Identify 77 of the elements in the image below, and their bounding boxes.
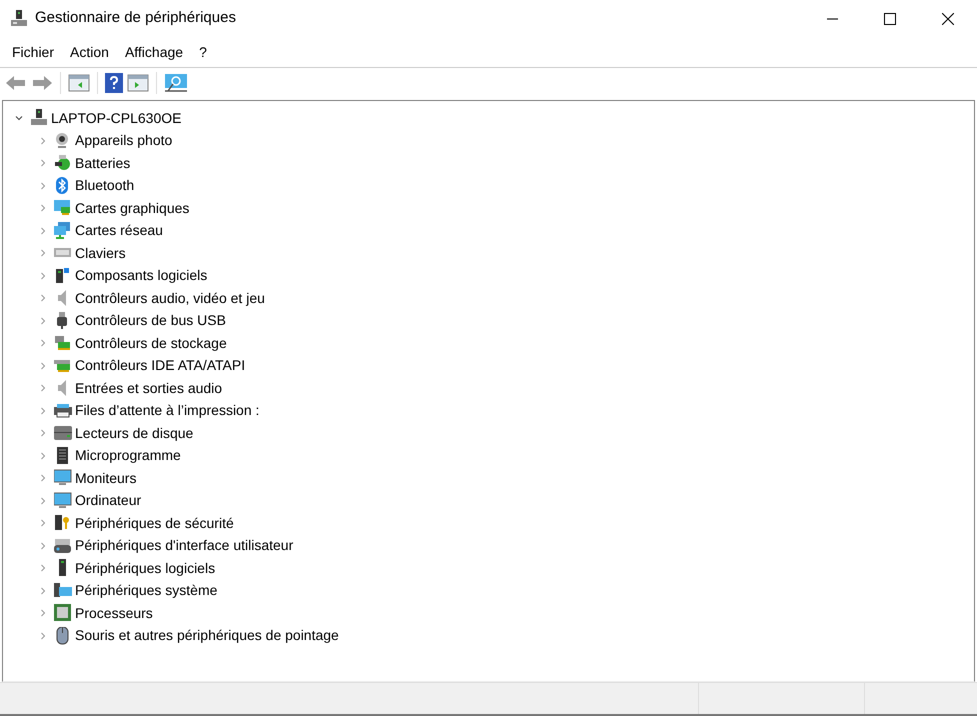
tree-item[interactable]: Entrées et sorties audio xyxy=(75,378,222,399)
maximize-icon xyxy=(884,12,896,24)
window-title: Gestionnaire de périphériques xyxy=(35,8,236,28)
printer-icon xyxy=(54,402,72,420)
expand-chevron-icon[interactable] xyxy=(39,406,47,415)
expand-chevron-icon[interactable] xyxy=(39,609,47,618)
help-icon[interactable] xyxy=(105,72,123,92)
expand-chevron-icon[interactable] xyxy=(39,136,47,145)
tree-item[interactable]: Contrôleurs de bus USB xyxy=(75,310,226,332)
expand-chevron-icon[interactable] xyxy=(39,226,47,235)
expand-chevron-icon[interactable] xyxy=(39,316,47,325)
expand-chevron-icon[interactable] xyxy=(39,452,47,460)
tree-item[interactable]: Périphériques de sécurité xyxy=(75,512,234,534)
collapse-chevron-icon[interactable] xyxy=(15,114,23,122)
forward-arrow-icon[interactable] xyxy=(31,74,53,92)
battery-plug-icon xyxy=(54,154,72,172)
tree-item[interactable]: Contrôleurs IDE ATA/ATAPI xyxy=(75,355,246,376)
menu-item[interactable]: Fichier xyxy=(4,40,62,64)
computer-icon xyxy=(30,109,48,128)
tree-item[interactable]: Files d’attente à l’impression : xyxy=(75,400,260,422)
tree-item[interactable]: Souris et autres périphériques de pointage xyxy=(75,625,339,646)
tree-item[interactable]: Contrôleurs de stockage xyxy=(75,332,227,354)
expand-chevron-icon[interactable] xyxy=(39,429,47,438)
tree-item[interactable]: Lecteurs de disque xyxy=(75,422,194,444)
expand-chevron-icon[interactable] xyxy=(39,272,47,280)
tree-item[interactable]: Appareils photo xyxy=(75,130,172,152)
tree-item[interactable]: Composants logiciels xyxy=(75,265,208,286)
expand-chevron-icon[interactable] xyxy=(39,204,47,212)
tree-item[interactable]: Claviers xyxy=(75,242,126,264)
tree-item[interactable]: Microprogramme xyxy=(75,445,181,466)
tree-item[interactable]: Périphériques d'interface utilisateur xyxy=(75,535,294,556)
close-icon xyxy=(942,12,954,24)
tree-item[interactable]: Bluetooth xyxy=(75,175,134,196)
keyboard-gamepad-icon xyxy=(54,536,72,555)
expand-chevron-icon[interactable] xyxy=(39,159,47,168)
tree-item[interactable]: Batteries xyxy=(75,152,130,174)
expand-chevron-icon[interactable] xyxy=(39,474,47,482)
back-arrow-icon[interactable] xyxy=(5,74,27,92)
expand-chevron-icon[interactable] xyxy=(39,384,47,392)
computer-icon xyxy=(11,10,27,28)
tree-item[interactable]: Périphériques logiciels xyxy=(75,558,216,579)
tree-item[interactable]: Moniteurs xyxy=(75,468,136,489)
expand-chevron-icon[interactable] xyxy=(39,182,47,190)
disk-drive-icon xyxy=(54,424,72,442)
tower-monitor-icon xyxy=(54,582,72,600)
monitor-card-icon xyxy=(54,199,72,218)
tree-item[interactable]: LAPTOP-CPL630OE xyxy=(51,108,182,129)
tree-item[interactable]: Ordinateur xyxy=(75,490,142,512)
panel-icon[interactable] xyxy=(127,74,149,92)
tree-item[interactable]: Cartes réseau xyxy=(75,220,163,242)
tower-puzzle-icon xyxy=(54,266,72,285)
tree-item[interactable]: Processeurs xyxy=(75,602,153,624)
network-monitors-icon xyxy=(54,222,72,240)
expand-chevron-icon[interactable] xyxy=(39,294,47,302)
monitor-icon xyxy=(54,469,72,488)
minimize-icon xyxy=(826,18,838,20)
menu-item[interactable]: Action xyxy=(62,40,117,64)
menu-item[interactable]: Affichage xyxy=(116,40,192,64)
processor-icon xyxy=(54,604,72,622)
tree-item[interactable]: Contrôleurs audio, vidéo et jeu xyxy=(75,288,265,309)
expand-chevron-icon[interactable] xyxy=(39,632,47,640)
expand-chevron-icon[interactable] xyxy=(39,339,47,348)
tower-key-icon xyxy=(54,514,72,532)
drive-card-icon xyxy=(54,334,72,352)
expand-chevron-icon[interactable] xyxy=(39,362,47,370)
menu-item[interactable]: ? xyxy=(191,40,215,64)
monitor-icon xyxy=(54,492,72,510)
expand-chevron-icon[interactable] xyxy=(39,564,47,572)
panel-icon[interactable] xyxy=(68,74,90,92)
expand-chevron-icon[interactable] xyxy=(39,496,47,505)
monitor-search-icon[interactable] xyxy=(164,72,188,92)
expand-chevron-icon[interactable] xyxy=(39,519,47,528)
tree-item[interactable]: Cartes graphiques xyxy=(75,198,190,219)
expand-chevron-icon[interactable] xyxy=(39,586,47,595)
expand-chevron-icon[interactable] xyxy=(39,542,47,550)
expand-chevron-icon[interactable] xyxy=(39,249,47,258)
tree-item[interactable]: Périphériques système xyxy=(75,580,218,602)
